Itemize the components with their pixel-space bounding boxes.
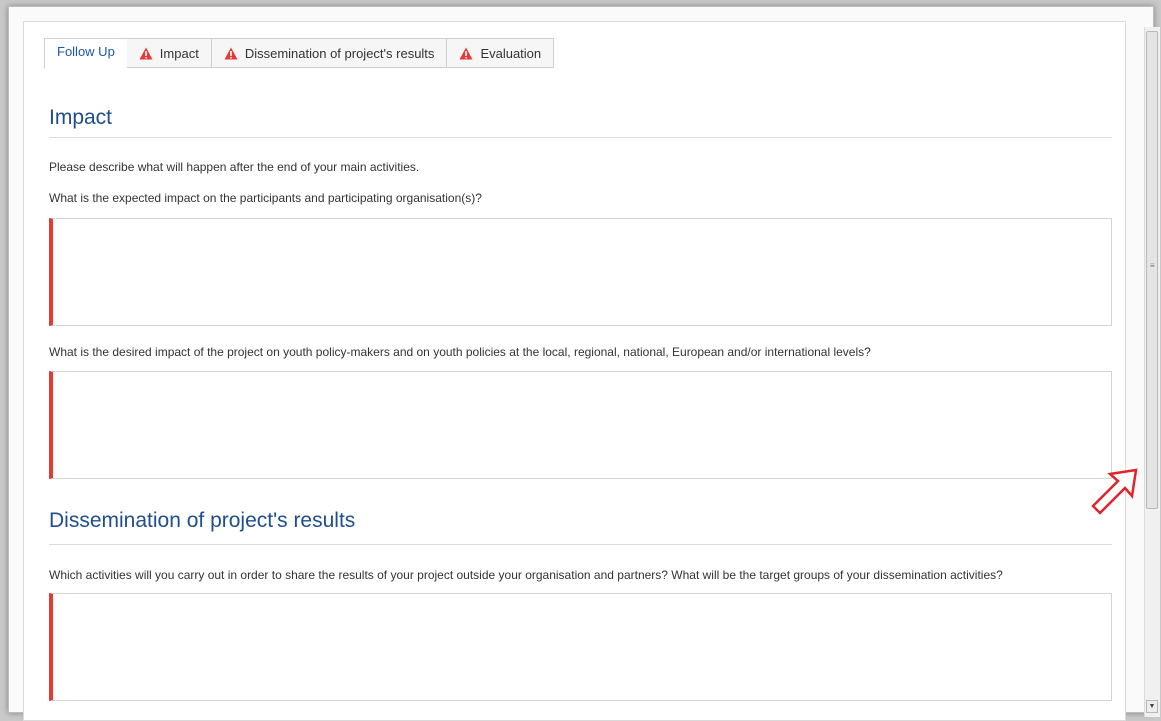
grip-icon: ≡	[1150, 261, 1155, 270]
scrollbar-thumb[interactable]: ≡	[1146, 31, 1158, 509]
tab-evaluation[interactable]: Evaluation	[447, 38, 555, 68]
tab-impact[interactable]: Impact	[126, 38, 212, 68]
scroll-down-arrow-icon[interactable]: ▼	[1146, 700, 1158, 713]
tab-label: Impact	[159, 45, 199, 61]
impact-question-participants: What is the expected impact on the parti…	[49, 191, 482, 205]
form-panel: Follow Up Impact Dissemination of projec…	[23, 21, 1126, 721]
dissemination-textarea[interactable]	[49, 593, 1112, 701]
app-window: Follow Up Impact Dissemination of projec…	[8, 6, 1160, 721]
impact-question-policy: What is the desired impact of the projec…	[49, 345, 871, 359]
dissemination-heading: Dissemination of project's results	[49, 509, 356, 532]
warning-triangle-icon	[139, 47, 153, 59]
vertical-scrollbar[interactable]: ≡ ▼	[1144, 27, 1160, 717]
tab-bar: Follow Up Impact Dissemination of projec…	[44, 38, 555, 69]
impact-policy-textarea[interactable]	[49, 371, 1112, 479]
pointer-arrow-icon	[1091, 468, 1138, 515]
dissemination-question: Which activities will you carry out in o…	[49, 568, 1003, 582]
tab-label: Evaluation	[480, 45, 542, 61]
warning-triangle-icon	[224, 47, 238, 59]
warning-triangle-icon	[459, 47, 473, 59]
impact-participants-textarea[interactable]	[49, 218, 1112, 326]
tab-dissemination[interactable]: Dissemination of project's results	[211, 38, 448, 68]
section-divider	[49, 544, 1112, 545]
tab-label: Follow Up	[57, 44, 115, 59]
tab-label: Dissemination of project's results	[244, 45, 435, 61]
impact-intro-text: Please describe what will happen after t…	[49, 160, 420, 174]
tab-follow-up[interactable]: Follow Up	[44, 38, 127, 69]
section-divider	[49, 137, 1112, 138]
impact-heading: Impact	[49, 106, 113, 129]
